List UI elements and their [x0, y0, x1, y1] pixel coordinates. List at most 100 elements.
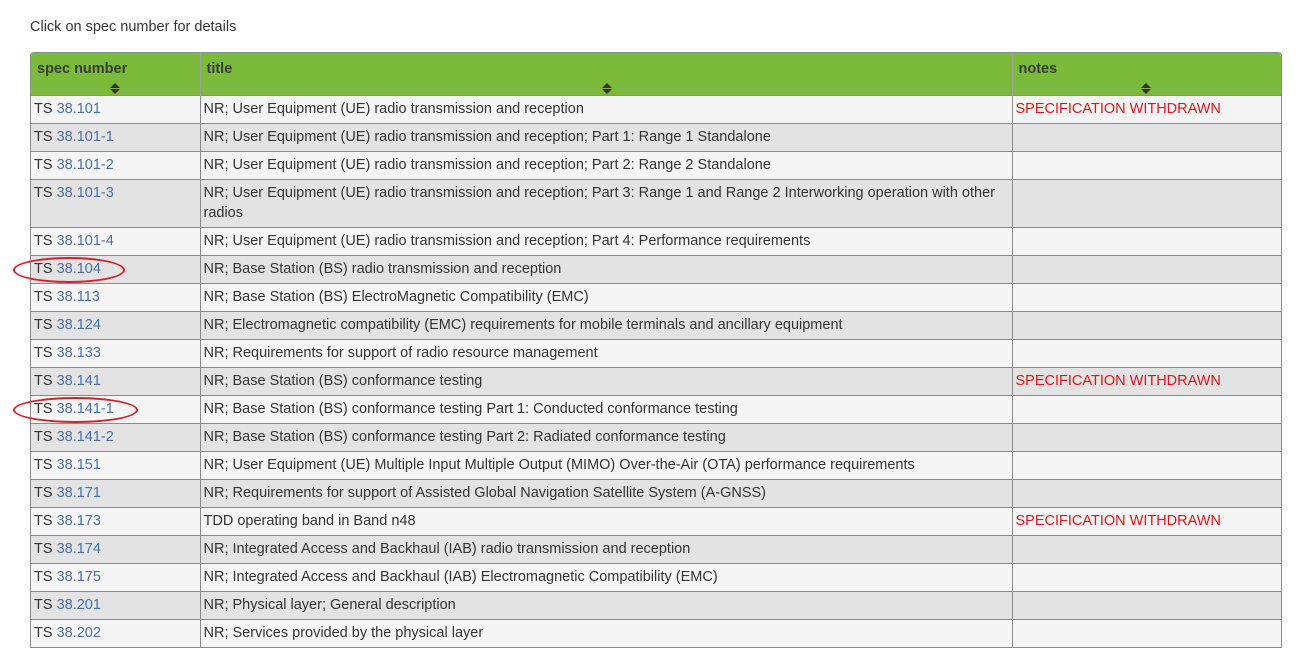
- spec-title-cell: NR; User Equipment (UE) radio transmissi…: [199, 179, 1013, 228]
- table-row: TS 38.141-1 NR; Base Station (BS) conform…: [31, 395, 1281, 424]
- spec-prefix: TS: [34, 185, 53, 201]
- spec-number-cell: TS 38.104: [31, 255, 201, 284]
- spec-number-link[interactable]: 38.175: [57, 569, 101, 585]
- spec-title-cell: NR; User Equipment (UE) radio transmissi…: [199, 227, 1013, 256]
- table-row: TS 38.175 NR; Integrated Access and Backh…: [31, 563, 1281, 592]
- intro-text: Click on spec number for details: [30, 19, 237, 35]
- spec-prefix: TS: [34, 317, 53, 333]
- spec-title-cell: NR; Electromagnetic compatibility (EMC) …: [199, 311, 1013, 340]
- sort-icon[interactable]: [110, 83, 120, 95]
- spec-number-cell: TS 38.141: [31, 367, 201, 396]
- spec-title-cell: NR; Services provided by the physical la…: [199, 619, 1013, 648]
- spec-number-link[interactable]: 38.101-1: [57, 129, 114, 145]
- column-header-label: notes: [1018, 61, 1058, 77]
- column-header-spec-number[interactable]: spec number: [31, 53, 201, 96]
- spec-number-cell: TS 38.141-1: [31, 395, 201, 424]
- spec-number-cell: TS 38.101-4: [31, 227, 201, 256]
- spec-notes-cell: [1011, 395, 1281, 424]
- spec-number-link[interactable]: 38.133: [57, 345, 101, 361]
- spec-number-link[interactable]: 38.174: [57, 541, 101, 557]
- column-header-notes[interactable]: notes: [1012, 53, 1281, 96]
- spec-notes-cell: [1011, 123, 1281, 152]
- spec-prefix: TS: [34, 101, 53, 117]
- spec-prefix: TS: [34, 289, 53, 305]
- spec-number-cell: TS 38.201: [31, 591, 201, 620]
- spec-number-link[interactable]: 38.104: [57, 261, 101, 277]
- spec-table-container: spec number title notes TS 38.101 NR; Use…: [30, 52, 1282, 648]
- spec-number-link[interactable]: 38.124: [57, 317, 101, 333]
- spec-title-cell: NR; User Equipment (UE) radio transmissi…: [199, 95, 1013, 124]
- spec-number-link[interactable]: 38.151: [57, 457, 101, 473]
- sort-icon[interactable]: [601, 83, 612, 95]
- spec-number-cell: TS 38.101-2: [31, 151, 201, 180]
- spec-title-cell: NR; Base Station (BS) conformance testin…: [199, 395, 1013, 424]
- spec-notes-cell: [1011, 311, 1281, 340]
- spec-number-link[interactable]: 38.173: [57, 513, 101, 529]
- spec-title-cell: NR; Integrated Access and Backhaul (IAB)…: [199, 563, 1013, 592]
- spec-notes-cell: [1011, 339, 1281, 368]
- spec-prefix: TS: [34, 401, 53, 417]
- table-row: TS 38.124 NR; Electromagnetic compatibili…: [31, 311, 1281, 340]
- spec-prefix: TS: [34, 625, 53, 641]
- spec-prefix: TS: [34, 513, 53, 529]
- column-header-label: title: [206, 61, 233, 77]
- table-header: spec number title notes: [31, 53, 1281, 96]
- spec-title-cell: TDD operating band in Band n48: [199, 507, 1013, 536]
- spec-number-link[interactable]: 38.101-4: [57, 233, 114, 249]
- spec-title-cell: NR; User Equipment (UE) radio transmissi…: [199, 123, 1013, 152]
- spec-number-cell: TS 38.101-3: [31, 179, 201, 228]
- spec-number-link[interactable]: 38.141: [57, 373, 101, 389]
- spec-number-link[interactable]: 38.141-2: [57, 429, 114, 445]
- spec-title-cell: NR; Integrated Access and Backhaul (IAB)…: [199, 535, 1013, 564]
- spec-prefix: TS: [34, 345, 53, 361]
- table-row: TS 38.141-2 NR; Base Station (BS) conform…: [31, 423, 1281, 452]
- spec-title-cell: NR; Base Station (BS) radio transmission…: [199, 255, 1013, 284]
- spec-notes-cell: [1011, 619, 1281, 648]
- spec-title-cell: NR; User Equipment (UE) radio transmissi…: [199, 151, 1013, 180]
- spec-title-cell: NR; Base Station (BS) conformance testin…: [199, 367, 1013, 396]
- spec-notes-cell: [1011, 423, 1281, 452]
- spec-number-cell: TS 38.173: [31, 507, 201, 536]
- spec-prefix: TS: [34, 429, 53, 445]
- table-row: TS 38.101-2 NR; User Equipment (UE) radio…: [31, 151, 1281, 180]
- table-row: TS 38.101 NR; User Equipment (UE) radio t…: [31, 95, 1281, 124]
- spec-notes-cell: SPECIFICATION WITHDRAWN: [1011, 507, 1281, 536]
- spec-number-cell: TS 38.171: [31, 479, 201, 508]
- spec-number-cell: TS 38.101-1: [31, 123, 201, 152]
- spec-notes-cell: [1011, 563, 1281, 592]
- column-header-label: spec number: [37, 61, 128, 77]
- spec-notes-cell: [1011, 479, 1281, 508]
- sort-icon[interactable]: [1140, 83, 1151, 95]
- spec-notes-cell: [1011, 535, 1281, 564]
- spec-prefix: TS: [34, 569, 53, 585]
- table-row: TS 38.201 NR; Physical layer; General des…: [31, 591, 1281, 620]
- spec-number-link[interactable]: 38.171: [57, 485, 101, 501]
- spec-title-cell: NR; Physical layer; General description: [199, 591, 1013, 620]
- spec-number-cell: TS 38.174: [31, 535, 201, 564]
- spec-number-link[interactable]: 38.141-1: [57, 401, 114, 417]
- spec-number-link[interactable]: 38.101-3: [57, 185, 114, 201]
- spec-prefix: TS: [34, 597, 53, 613]
- spec-number-link[interactable]: 38.113: [57, 289, 100, 305]
- spec-number-cell: TS 38.175: [31, 563, 201, 592]
- spec-number-link[interactable]: 38.202: [57, 625, 101, 641]
- spec-number-cell: TS 38.113: [31, 283, 201, 312]
- spec-prefix: TS: [34, 233, 53, 249]
- spec-notes-cell: [1011, 591, 1281, 620]
- spec-number-cell: TS 38.151: [31, 451, 201, 480]
- spec-number-link[interactable]: 38.101: [57, 101, 101, 117]
- column-header-title[interactable]: title: [200, 53, 1013, 96]
- spec-number-cell: TS 38.141-2: [31, 423, 201, 452]
- spec-notes-cell: [1011, 255, 1281, 284]
- table-row: TS 38.133 NR; Requirements for support of…: [31, 339, 1281, 368]
- table-row: TS 38.101-3 NR; User Equipment (UE) radio…: [31, 179, 1281, 228]
- table-row: TS 38.171 NR; Requirements for support of…: [31, 479, 1281, 508]
- spec-notes-cell: [1011, 227, 1281, 256]
- table-row: TS 38.101-4 NR; User Equipment (UE) radio…: [31, 227, 1281, 256]
- spec-notes-cell: SPECIFICATION WITHDRAWN: [1011, 95, 1281, 124]
- table-row: TS 38.104 NR; Base Station (BS) radio tra…: [31, 255, 1281, 284]
- spec-notes-cell: [1011, 283, 1281, 312]
- spec-notes-cell: [1011, 151, 1281, 180]
- spec-number-link[interactable]: 38.201: [57, 597, 101, 613]
- spec-number-link[interactable]: 38.101-2: [57, 157, 114, 173]
